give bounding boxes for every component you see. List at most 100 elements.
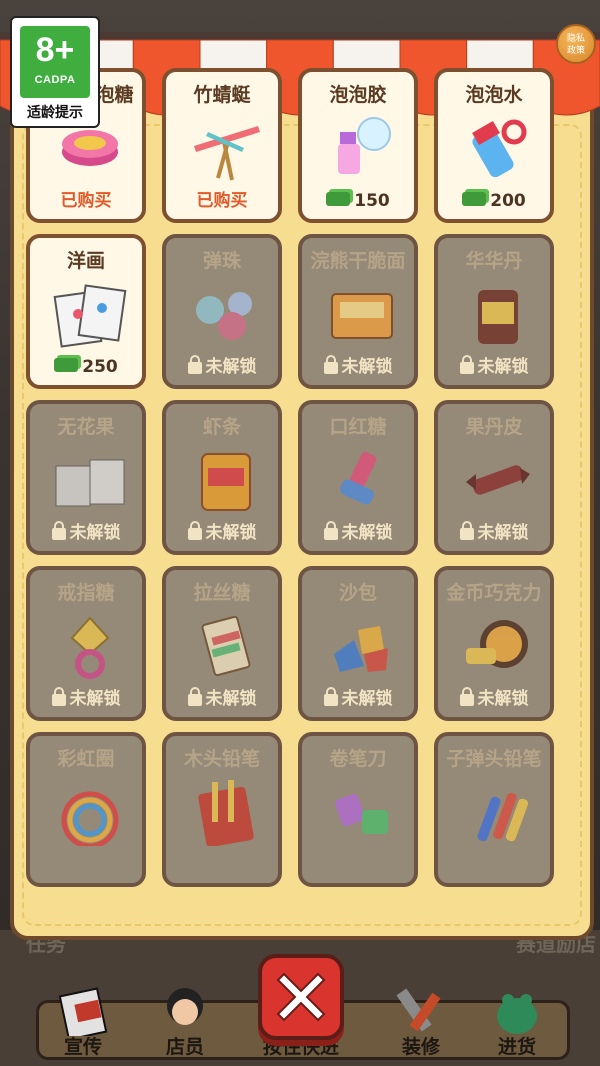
locked-label: 未解锁 bbox=[477, 689, 529, 709]
shop-item-picture-cards[interactable]: 洋画 250 bbox=[26, 234, 146, 389]
bubble-glue-icon bbox=[338, 117, 391, 174]
shop-item-name: 彩虹圈 bbox=[57, 748, 115, 770]
nav-item-restock-frog[interactable]: 进货 bbox=[472, 982, 562, 1064]
shop-item-candy-box[interactable]: 华华丹未解锁 bbox=[434, 234, 554, 389]
shop-item-locked-status: 未解锁 bbox=[302, 518, 414, 543]
locked-label: 未解锁 bbox=[341, 523, 393, 543]
nav-item-clerk-avatar[interactable]: 店员 bbox=[140, 982, 230, 1064]
lipstick-candy-icon bbox=[340, 451, 377, 505]
shop-item-name: 拉丝糖 bbox=[193, 582, 251, 604]
coin-chocolate-icon bbox=[466, 620, 528, 668]
sandbag-icon bbox=[334, 626, 388, 672]
lock-icon bbox=[459, 355, 474, 374]
marbles-icon bbox=[196, 292, 252, 340]
picture-cards-icon bbox=[53, 284, 127, 348]
price-value: 200 bbox=[490, 191, 526, 211]
shop-item-name: 口红糖 bbox=[329, 416, 387, 438]
shop-item-sandbag[interactable]: 沙包 未解锁 bbox=[298, 566, 418, 721]
clerk-avatar-icon bbox=[167, 988, 203, 1025]
nav-item-decorate-tools[interactable]: 装修 bbox=[376, 982, 466, 1064]
lock-icon bbox=[51, 687, 66, 706]
shop-item-locked-status: 未解锁 bbox=[438, 518, 550, 543]
shop-item-locked-status: 未解锁 bbox=[438, 352, 550, 377]
shop-item-bought-status: 已购买 bbox=[196, 191, 248, 211]
locked-label: 未解锁 bbox=[69, 523, 121, 543]
bullet-pencil-icon bbox=[477, 792, 529, 842]
lock-icon bbox=[323, 355, 338, 374]
locked-label: 未解锁 bbox=[341, 357, 393, 377]
cash-icon bbox=[54, 358, 79, 372]
shop-item-coin-chocolate[interactable]: 金币巧克力未解锁 bbox=[434, 566, 554, 721]
candy-box-icon bbox=[478, 290, 518, 344]
lock-icon bbox=[51, 521, 66, 540]
nav-item-promotion-book[interactable]: 宣传 bbox=[38, 982, 128, 1064]
nav-label: 店员 bbox=[165, 1036, 204, 1058]
shop-item-bubble-water[interactable]: 泡泡水 200 bbox=[434, 68, 554, 223]
shop-item-wooden-pencil[interactable]: 木头铅笔 bbox=[162, 732, 282, 887]
shop-item-name: 华华丹 bbox=[465, 250, 523, 272]
shop-item-price: 200 bbox=[438, 191, 550, 211]
age-rating-label: 适龄提示 bbox=[27, 105, 83, 121]
shop-item-name: 子弹头铅笔 bbox=[446, 748, 542, 770]
decorate-tools-icon bbox=[396, 988, 441, 1032]
fig-snack-icon bbox=[55, 459, 125, 507]
shop-item-bought-status: 已购买 bbox=[60, 191, 112, 211]
age-rating-org: CADPA bbox=[34, 74, 76, 86]
shop-item-name: 虾条 bbox=[202, 416, 241, 438]
shop-item-locked-status: 未解锁 bbox=[166, 352, 278, 377]
stretch-candy-icon bbox=[201, 615, 251, 677]
close-x-icon bbox=[276, 972, 326, 1022]
shop-item-name: 浣熊干脆面 bbox=[310, 250, 406, 272]
promotion-book-icon bbox=[58, 987, 108, 1036]
shop-item-locked-status: 未解锁 bbox=[30, 518, 142, 543]
shop-item-name: 弹珠 bbox=[202, 250, 241, 272]
shop-item-stretch-candy[interactable]: 拉丝糖未解锁 bbox=[162, 566, 282, 721]
shop-item-name: 戒指糖 bbox=[57, 582, 115, 604]
shop-item-price: 150 bbox=[302, 191, 414, 211]
locked-label: 未解锁 bbox=[69, 689, 121, 709]
shop-item-name: 木头铅笔 bbox=[183, 748, 260, 770]
shop-item-ring-candy[interactable]: 戒指糖未解锁 bbox=[26, 566, 146, 721]
privacy-line-1: 隐私 bbox=[566, 34, 585, 44]
nav-label: 进货 bbox=[497, 1036, 536, 1058]
shop-item-name: 洋画 bbox=[66, 250, 105, 272]
age-rating-number: 8+ bbox=[35, 31, 75, 69]
shop-item-rainbow-spring[interactable]: 彩虹圈 bbox=[26, 732, 146, 887]
locked-label: 未解锁 bbox=[477, 357, 529, 377]
shop-item-name: 泡泡胶 bbox=[329, 84, 387, 106]
shop-item-lipstick-candy[interactable]: 口红糖未解锁 bbox=[298, 400, 418, 555]
shop-item-name: 金币巧克力 bbox=[446, 582, 542, 604]
privacy-line-2: 政策 bbox=[566, 46, 585, 56]
shop-item-locked-status: 未解锁 bbox=[302, 352, 414, 377]
shop-item-fig-snack[interactable]: 无花果 未解锁 bbox=[26, 400, 146, 555]
shop-item-noodle-snack[interactable]: 浣熊干脆面未解锁 bbox=[298, 234, 418, 389]
lock-icon bbox=[187, 687, 202, 706]
shop-item-locked-status: 未解锁 bbox=[166, 518, 278, 543]
shop-item-name: 卷笔刀 bbox=[329, 748, 387, 770]
locked-label: 未解锁 bbox=[205, 689, 257, 709]
shop-item-shrimp-snack[interactable]: 虾条 未解锁 bbox=[162, 400, 282, 555]
restock-frog-icon bbox=[497, 994, 537, 1034]
shop-item-name: 竹蜻蜓 bbox=[193, 84, 251, 106]
bubble-water-icon bbox=[472, 119, 527, 178]
ring-candy-icon bbox=[70, 616, 110, 679]
wooden-pencil-icon bbox=[198, 780, 254, 846]
shop-item-marbles[interactable]: 弹珠 未解锁 bbox=[162, 234, 282, 389]
cash-icon bbox=[462, 192, 487, 206]
shop-item-bubble-glue[interactable]: 泡泡胶 150 bbox=[298, 68, 418, 223]
pencil-sharpener-icon bbox=[335, 793, 388, 834]
privacy-policy-button[interactable]: 隐私 政策 bbox=[556, 24, 596, 64]
noodle-snack-icon bbox=[331, 293, 393, 339]
shop-item-bullet-pencil[interactable]: 子弹头铅笔 bbox=[434, 732, 554, 887]
lock-icon bbox=[459, 687, 474, 706]
shop-item-fruit-roll[interactable]: 果丹皮 未解锁 bbox=[434, 400, 554, 555]
nav-label: 宣传 bbox=[63, 1036, 102, 1058]
shop-item-locked-status: 未解锁 bbox=[30, 684, 142, 709]
shrimp-snack-icon bbox=[201, 453, 251, 511]
close-button[interactable] bbox=[258, 954, 344, 1040]
shop-item-bamboo-dragonfly[interactable]: 竹蜻蜓 已购买 bbox=[162, 68, 282, 223]
shop-item-pencil-sharpener[interactable]: 卷笔刀 bbox=[298, 732, 418, 887]
shop-item-locked-status: 未解锁 bbox=[438, 684, 550, 709]
lock-icon bbox=[187, 355, 202, 374]
lock-icon bbox=[187, 521, 202, 540]
